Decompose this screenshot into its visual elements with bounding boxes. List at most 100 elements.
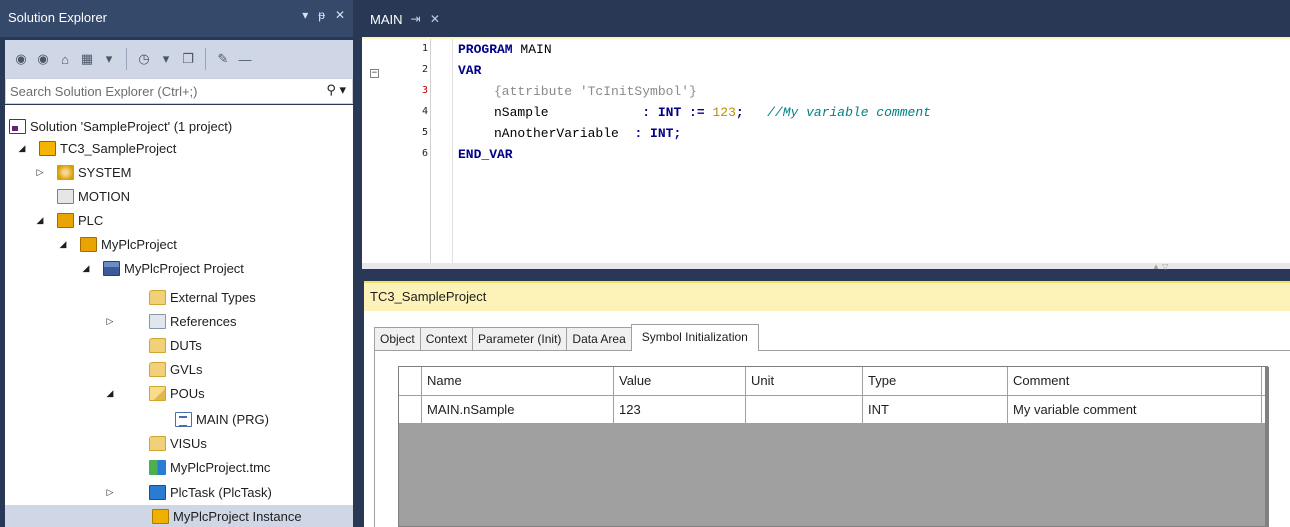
tree-item-label: TC3_SampleProject bbox=[60, 140, 177, 156]
forward-icon[interactable]: ◉ bbox=[33, 48, 53, 70]
tree-item-label: PlcTask (PlcTask) bbox=[170, 484, 272, 500]
tree-item-references[interactable]: ▷ References bbox=[103, 310, 236, 332]
tree-item-main-prg[interactable]: MAIN (PRG) bbox=[175, 408, 269, 430]
gutter-divider bbox=[430, 39, 431, 265]
tree-item-label: VISUs bbox=[170, 435, 207, 451]
preview-icon[interactable]: — bbox=[235, 48, 255, 70]
tree-item-label: MAIN (PRG) bbox=[196, 411, 269, 427]
folder-icon bbox=[149, 361, 166, 377]
properties-wrench-icon[interactable]: ✎ bbox=[213, 48, 233, 70]
splitter-handle-icon[interactable]: ▲ ▽ bbox=[1152, 262, 1168, 271]
code-line-6: END_VAR bbox=[458, 147, 513, 162]
column-header-type[interactable]: Type bbox=[863, 367, 1008, 395]
tree-item-myplcproject[interactable]: ◢ MyPlcProject bbox=[56, 233, 177, 255]
chevron-down-icon[interactable]: ▾ bbox=[156, 48, 176, 70]
editor-margin-line bbox=[452, 39, 453, 265]
expanded-arrow-icon[interactable]: ◢ bbox=[79, 263, 93, 274]
tree-item-system[interactable]: ▷ SYSTEM bbox=[33, 161, 131, 183]
tab-data-area[interactable]: Data Area bbox=[566, 327, 632, 351]
title-buttons: ▾ ᵽ ✕ bbox=[302, 8, 345, 22]
switch-views-icon[interactable]: ▦ bbox=[77, 48, 97, 70]
operator: : bbox=[634, 126, 651, 141]
comment: //My variable comment bbox=[767, 105, 931, 120]
pin-close-icon[interactable]: ⇥ ✕ bbox=[411, 12, 443, 32]
code-line-1: PROGRAM MAIN bbox=[458, 42, 552, 57]
column-header-comment[interactable]: Comment bbox=[1008, 367, 1262, 395]
dropdown-icon[interactable]: ▾ bbox=[302, 8, 308, 22]
collapsed-arrow-icon[interactable]: ▷ bbox=[103, 316, 117, 327]
expanded-arrow-icon[interactable]: ◢ bbox=[15, 143, 29, 154]
tab-context[interactable]: Context bbox=[419, 327, 474, 351]
lower-panel: Object Context Parameter (Init) Data Are… bbox=[364, 311, 1290, 527]
collapsed-arrow-icon[interactable]: ▷ bbox=[103, 487, 117, 498]
table-row[interactable]: MAIN.nSample 123 INT My variable comment bbox=[399, 396, 1269, 423]
editor-gutter: − 1 2 3 4 5 6 bbox=[362, 39, 432, 265]
column-header-unit[interactable]: Unit bbox=[746, 367, 863, 395]
tree-item-plc[interactable]: ◢ PLC bbox=[33, 209, 103, 231]
back-icon[interactable]: ◉ bbox=[11, 48, 31, 70]
column-header-name[interactable]: Name bbox=[422, 367, 614, 395]
keyword: PROGRAM bbox=[458, 42, 513, 57]
tree-item-motion[interactable]: MOTION bbox=[57, 185, 130, 207]
plc-icon bbox=[57, 212, 74, 228]
tree-item-pous[interactable]: ◢ POUs bbox=[103, 382, 205, 404]
program-icon bbox=[175, 411, 192, 427]
line-number: 4 bbox=[421, 106, 428, 117]
tree-item-myplcproject-instance[interactable]: MyPlcProject Instance bbox=[5, 505, 353, 527]
tree-item-external-types[interactable]: External Types bbox=[149, 286, 256, 308]
tree-item-label: Solution 'SampleProject' (1 project) bbox=[30, 118, 233, 134]
pin-icon[interactable]: ᵽ bbox=[318, 8, 325, 22]
tree-item-gvls[interactable]: GVLs bbox=[149, 358, 203, 380]
tree-item-visus[interactable]: VISUs bbox=[149, 432, 207, 454]
tree-item-myplcproject-project[interactable]: ◢ MyPlcProject Project bbox=[79, 257, 244, 279]
code-line-2: VAR bbox=[458, 63, 481, 78]
tab-parameter-init[interactable]: Parameter (Init) bbox=[472, 327, 568, 351]
chevron-down-icon[interactable]: ▾ bbox=[99, 48, 119, 70]
collapsed-arrow-icon[interactable]: ▷ bbox=[33, 167, 47, 178]
tab-object[interactable]: Object bbox=[374, 327, 421, 351]
cell-type[interactable]: INT bbox=[863, 396, 1008, 423]
close-icon[interactable]: ✕ bbox=[335, 8, 345, 22]
collapse-all-icon[interactable]: ❐ bbox=[178, 48, 198, 70]
expanded-arrow-icon[interactable]: ◢ bbox=[33, 215, 47, 226]
expanded-arrow-icon[interactable]: ◢ bbox=[103, 388, 117, 399]
tree-item-tmc[interactable]: MyPlcProject.tmc bbox=[149, 456, 270, 478]
keyword: END_VAR bbox=[458, 147, 513, 162]
row-header-corner bbox=[399, 367, 422, 395]
property-tabs: Object Context Parameter (Init) Data Are… bbox=[374, 324, 759, 351]
line-number: 1 bbox=[421, 43, 428, 54]
cell-comment[interactable]: My variable comment bbox=[1008, 396, 1262, 423]
column-header-value[interactable]: Value bbox=[614, 367, 746, 395]
line-number: 2 bbox=[421, 64, 428, 75]
row-header[interactable] bbox=[399, 396, 422, 423]
tree-item-label: POUs bbox=[170, 385, 205, 401]
search-icon[interactable]: ⚲ ▾ bbox=[326, 82, 346, 98]
code-editor[interactable]: − 1 2 3 4 5 6 PROGRAM MAIN VAR {attribut… bbox=[362, 37, 1290, 269]
tree-item-label: MyPlcProject Project bbox=[124, 260, 244, 276]
cell-value[interactable]: 123 bbox=[614, 396, 746, 423]
editor-horizontal-scrollbar[interactable] bbox=[362, 263, 1290, 269]
search-placeholder: Search Solution Explorer (Ctrl+;) bbox=[10, 83, 198, 99]
tree-item-plctask[interactable]: ▷ PlcTask (PlcTask) bbox=[103, 481, 272, 503]
pending-changes-icon[interactable]: ◷ bbox=[134, 48, 154, 70]
tab-symbol-initialization[interactable]: Symbol Initialization bbox=[630, 324, 759, 351]
pragma: {attribute 'TcInitSymbol'} bbox=[494, 84, 697, 99]
tree-item-tc3-sampleproject[interactable]: ◢ TC3_SampleProject bbox=[15, 137, 176, 159]
folder-open-icon bbox=[149, 385, 166, 401]
home-icon[interactable]: ⌂ bbox=[55, 48, 75, 70]
twincat-project-icon bbox=[39, 140, 56, 156]
twincat-ide-window: Solution Explorer ▾ ᵽ ✕ ◉ ◉ ⌂ ▦ ▾ ◷ ▾ ❐ … bbox=[0, 0, 1290, 527]
tree-item-label: References bbox=[170, 313, 237, 329]
cell-unit[interactable] bbox=[746, 396, 863, 423]
search-solution-explorer-input[interactable]: Search Solution Explorer (Ctrl+;) ⚲ ▾ bbox=[5, 78, 353, 104]
cell-name[interactable]: MAIN.nSample bbox=[422, 396, 614, 423]
toolbar-separator bbox=[205, 48, 206, 70]
tree-item-solution[interactable]: Solution 'SampleProject' (1 project) bbox=[9, 115, 232, 137]
fold-toggle-icon[interactable]: − bbox=[370, 69, 379, 78]
tree-item-duts[interactable]: DUTs bbox=[149, 334, 202, 356]
expanded-arrow-icon[interactable]: ◢ bbox=[56, 239, 70, 250]
plc-project-icon bbox=[80, 236, 97, 252]
tab-main[interactable]: MAIN ⇥ ✕ bbox=[362, 6, 449, 32]
code-line-4: nSample : INT := 123; //My variable comm… bbox=[494, 105, 931, 120]
tabs-baseline bbox=[374, 350, 1290, 351]
